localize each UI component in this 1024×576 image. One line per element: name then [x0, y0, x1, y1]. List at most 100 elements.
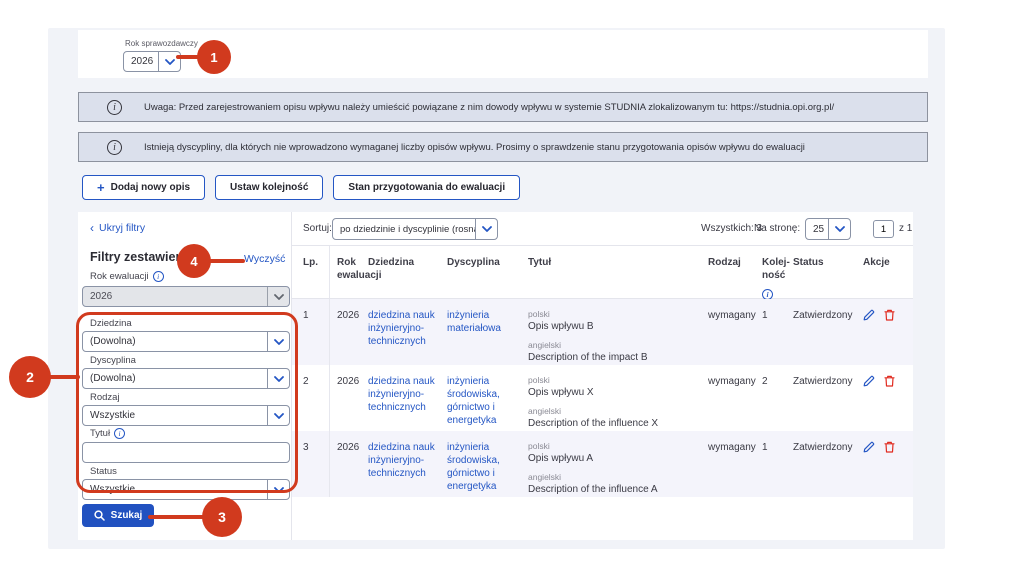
title-lang-en: angielski: [528, 406, 702, 417]
info-banner-disciplines: i Istnieją dyscypliny, dla których nie w…: [78, 132, 928, 162]
per-page-label: Na stronę:: [754, 223, 800, 234]
discipline-filter-select[interactable]: (Dowolna): [82, 368, 290, 389]
chevron-left-icon: ‹: [90, 222, 94, 234]
delete-icon[interactable]: [884, 375, 895, 387]
cell-type: wymagany: [708, 431, 762, 497]
annotation-marker-2: 2: [9, 356, 51, 398]
clear-filters-link[interactable]: Wyczyść: [244, 253, 285, 265]
set-order-button[interactable]: Ustaw kolejność: [215, 175, 323, 200]
per-page-select[interactable]: 25: [805, 218, 851, 240]
chevron-down-icon: [475, 219, 497, 239]
add-new-description-button[interactable]: + Dodaj nowy opis: [82, 175, 205, 200]
cell-discipline-link[interactable]: inżynieria środowiska, górnictwo i energ…: [447, 365, 528, 431]
sort-select[interactable]: po dziedzinie i dyscyplinie (rosnąco): [332, 218, 498, 240]
column-header-discipline: Dyscyplina: [447, 246, 528, 298]
status-filter-label: Status: [90, 466, 117, 477]
table-row: 3 2026 dziedzina nauk inżynieryjno-techn…: [292, 431, 913, 497]
evaluation-state-button[interactable]: Stan przygotowania do ewaluacji: [333, 175, 520, 200]
cell-order: 1: [762, 431, 793, 497]
annotation-marker-4: 4: [177, 244, 211, 278]
annotation-line-4: [205, 259, 245, 263]
title-filter-input[interactable]: [82, 442, 290, 463]
evaluation-year-select: 2026: [82, 286, 290, 307]
column-header-lp: Lp.: [303, 246, 330, 298]
column-header-field: Dziedzina: [368, 246, 447, 298]
cell-order: 2: [762, 365, 793, 431]
cell-actions: [863, 431, 911, 497]
column-header-status: Status: [793, 246, 863, 298]
cell-field-link[interactable]: dziedzina nauk inżynieryjno-technicznych: [368, 299, 447, 365]
cell-lp: 1: [303, 299, 330, 365]
title-pl: Opis wpływu A: [528, 452, 702, 465]
edit-icon[interactable]: [863, 309, 875, 321]
title-pl: Opis wpływu B: [528, 320, 702, 333]
discipline-filter-label: Dyscyplina: [90, 355, 136, 366]
annotation-line-3: [148, 515, 210, 519]
field-filter-select[interactable]: (Dowolna): [82, 331, 290, 352]
chevron-down-icon: [267, 406, 289, 425]
delete-icon[interactable]: [884, 309, 895, 321]
title-filter-label: Tytuł i: [90, 428, 125, 439]
edit-icon[interactable]: [863, 441, 875, 453]
table-row: 1 2026 dziedzina nauk inżynieryjno-techn…: [292, 299, 913, 365]
column-header-title: Tytuł: [528, 246, 708, 298]
cell-lp: 2: [303, 365, 330, 431]
status-filter-value: Wszystkie: [83, 480, 267, 499]
title-en: Description of the influence A: [528, 483, 702, 496]
chevron-down-icon: [267, 287, 289, 306]
chevron-down-icon: [267, 480, 289, 499]
annotation-marker-1: 1: [197, 40, 231, 74]
annotation-marker-3: 3: [202, 497, 242, 537]
cell-field-link[interactable]: dziedzina nauk inżynieryjno-technicznych: [368, 365, 447, 431]
title-pl: Opis wpływu X: [528, 386, 702, 399]
column-header-actions: Akcje: [863, 246, 911, 298]
cell-field-link[interactable]: dziedzina nauk inżynieryjno-technicznych: [368, 431, 447, 497]
column-header-order: Kolej-ność i: [762, 246, 793, 298]
info-icon: i: [153, 271, 164, 282]
search-icon: [94, 510, 105, 521]
field-filter-label: Dziedzina: [90, 318, 132, 329]
report-year-value: 2026: [124, 52, 158, 71]
set-order-label: Ustaw kolejność: [230, 182, 308, 193]
search-button[interactable]: Szukaj: [82, 504, 154, 527]
cell-status: Zatwierdzony: [793, 365, 863, 431]
report-year-label: Rok sprawozdawczy: [125, 39, 198, 48]
cell-year: 2026: [330, 431, 368, 497]
cell-title: polski Opis wpływu A angielski Descripti…: [528, 431, 708, 497]
page-of-label: z 1: [899, 223, 912, 234]
type-filter-label: Rodzaj: [90, 392, 120, 403]
cell-discipline-link[interactable]: inżynieria środowiska, górnictwo i energ…: [447, 431, 528, 497]
title-lang-en: angielski: [528, 472, 702, 483]
cell-order: 1: [762, 299, 793, 365]
hide-filters-label: Ukryj filtry: [99, 222, 145, 234]
page-number-input[interactable]: [873, 220, 894, 238]
report-year-select[interactable]: 2026: [123, 51, 181, 72]
cell-year: 2026: [330, 299, 368, 365]
title-lang-pl: polski: [528, 441, 702, 452]
info-banner-studnia: i Uwaga: Przed zarejestrowaniem opisu wp…: [78, 92, 928, 122]
toolbar: + Dodaj nowy opis Ustaw kolejność Stan p…: [82, 175, 520, 200]
title-lang-en: angielski: [528, 340, 702, 351]
delete-icon[interactable]: [884, 441, 895, 453]
evaluation-state-label: Stan przygotowania do ewaluacji: [348, 182, 505, 193]
sort-value: po dziedzinie i dyscyplinie (rosnąco): [333, 219, 475, 239]
cell-status: Zatwierdzony: [793, 431, 863, 497]
title-lang-pl: polski: [528, 309, 702, 320]
cell-title: polski Opis wpływu B angielski Descripti…: [528, 299, 708, 365]
info-banner-disciplines-text: Istnieją dyscypliny, dla których nie wpr…: [144, 142, 805, 153]
info-banner-studnia-text: Uwaga: Przed zarejestrowaniem opisu wpły…: [144, 102, 834, 113]
app-root: Rok sprawozdawczy 2026 i Uwaga: Przed za…: [0, 0, 1024, 576]
type-filter-select[interactable]: Wszystkie: [82, 405, 290, 426]
status-filter-select[interactable]: Wszystkie: [82, 479, 290, 500]
cell-year: 2026: [330, 365, 368, 431]
search-button-label: Szukaj: [111, 510, 143, 521]
table-row: 2 2026 dziedzina nauk inżynieryjno-techn…: [292, 365, 913, 431]
evaluation-year-label: Rok ewaluacji i: [90, 271, 164, 282]
edit-icon[interactable]: [863, 375, 875, 387]
per-page-value: 25: [806, 219, 828, 239]
evaluation-year-value: 2026: [83, 287, 267, 306]
info-icon: i: [107, 100, 122, 115]
table-header: Lp. Rok ewaluacji Dziedzina Dyscyplina T…: [292, 246, 913, 299]
cell-discipline-link[interactable]: inżynieria materiałowa: [447, 299, 528, 365]
hide-filters-link[interactable]: ‹ Ukryj filtry: [90, 222, 145, 234]
